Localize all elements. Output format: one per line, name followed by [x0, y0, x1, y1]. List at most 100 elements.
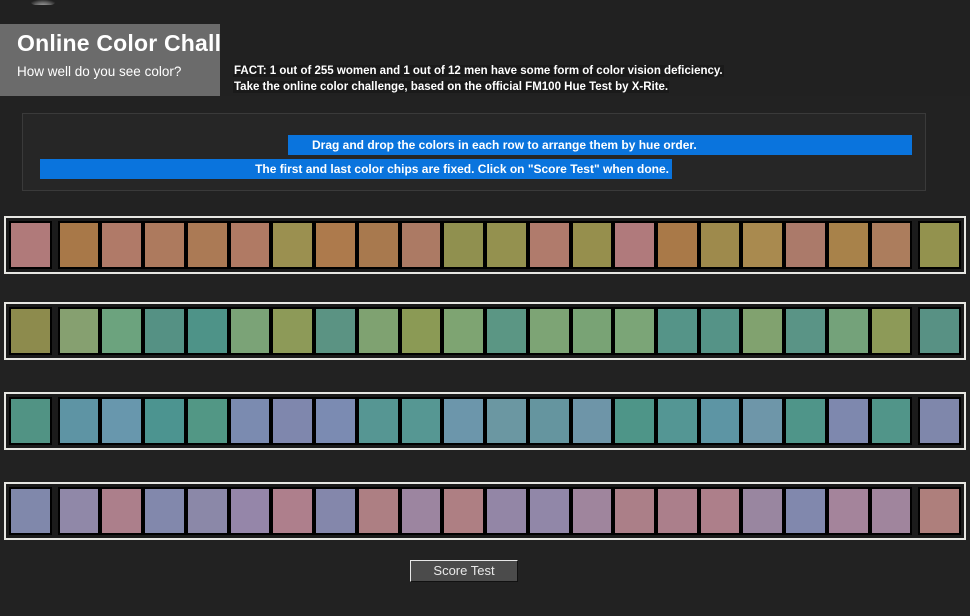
- draggable-color-chip[interactable]: [143, 487, 186, 535]
- draggable-color-chip[interactable]: [741, 487, 785, 535]
- draggable-color-chip[interactable]: [228, 487, 272, 535]
- draggable-color-chip[interactable]: [100, 397, 144, 445]
- instruction-line-two: The first and last color chips are fixed…: [40, 159, 672, 179]
- color-row-1[interactable]: [4, 216, 966, 274]
- draggable-color-chip[interactable]: [613, 221, 657, 269]
- draggable-color-chip[interactable]: [356, 221, 400, 269]
- draggable-color-chip[interactable]: [57, 487, 101, 535]
- draggable-color-chip[interactable]: [143, 307, 186, 355]
- draggable-color-chip[interactable]: [228, 397, 272, 445]
- draggable-color-chip[interactable]: [570, 221, 614, 269]
- draggable-color-chip[interactable]: [442, 307, 486, 355]
- fixed-first-chip: [9, 221, 52, 269]
- draggable-color-chip[interactable]: [613, 487, 657, 535]
- draggable-color-chip[interactable]: [271, 307, 315, 355]
- score-test-button[interactable]: Score Test: [410, 560, 518, 582]
- draggable-color-chip[interactable]: [869, 221, 913, 269]
- draggable-color-chip[interactable]: [100, 487, 144, 535]
- draggable-color-chip[interactable]: [57, 397, 101, 445]
- draggable-color-chip[interactable]: [527, 487, 571, 535]
- draggable-color-chip[interactable]: [527, 397, 571, 445]
- draggable-color-chip[interactable]: [826, 221, 870, 269]
- draggable-color-chip[interactable]: [826, 487, 870, 535]
- draggable-color-chip[interactable]: [784, 221, 827, 269]
- draggable-color-chip[interactable]: [698, 397, 742, 445]
- draggable-color-chip[interactable]: [656, 307, 699, 355]
- color-row-4[interactable]: [4, 482, 966, 540]
- color-row-2[interactable]: [4, 302, 966, 360]
- draggable-color-chip[interactable]: [271, 487, 315, 535]
- draggable-color-chip[interactable]: [399, 397, 443, 445]
- draggable-color-chip[interactable]: [784, 487, 827, 535]
- draggable-color-chip[interactable]: [185, 487, 229, 535]
- draggable-color-chip[interactable]: [100, 307, 144, 355]
- fact-line-two: Take the online color challenge, based o…: [233, 81, 670, 93]
- draggable-color-chip[interactable]: [57, 307, 101, 355]
- draggable-color-chip[interactable]: [570, 307, 614, 355]
- draggable-color-chip[interactable]: [185, 307, 229, 355]
- draggable-color-chip[interactable]: [442, 397, 486, 445]
- color-row-3[interactable]: [4, 392, 966, 450]
- draggable-color-chip[interactable]: [869, 397, 913, 445]
- draggable-color-chip[interactable]: [613, 397, 657, 445]
- draggable-color-chip[interactable]: [570, 397, 614, 445]
- draggable-color-chip[interactable]: [570, 487, 614, 535]
- instruction-line-one: Drag and drop the colors in each row to …: [288, 135, 912, 155]
- draggable-color-chip[interactable]: [228, 221, 272, 269]
- draggable-color-chip[interactable]: [356, 487, 400, 535]
- draggable-color-chip[interactable]: [527, 221, 571, 269]
- draggable-color-chip[interactable]: [271, 221, 315, 269]
- fixed-first-chip: [9, 487, 52, 535]
- draggable-color-chip[interactable]: [826, 397, 870, 445]
- draggable-color-chip[interactable]: [314, 307, 357, 355]
- draggable-color-chip[interactable]: [143, 221, 186, 269]
- draggable-color-chip[interactable]: [442, 487, 486, 535]
- header-branding-panel: Online Color Challenge How well do you s…: [0, 24, 276, 96]
- draggable-color-chip[interactable]: [656, 487, 699, 535]
- fixed-last-chip: [918, 307, 962, 355]
- page-header: Online Color Challenge How well do you s…: [0, 24, 970, 96]
- page-subtitle: How well do you see color?: [17, 64, 182, 79]
- page-glint-decoration: [30, 0, 56, 5]
- draggable-color-chip[interactable]: [741, 397, 785, 445]
- fixed-last-chip: [918, 487, 962, 535]
- draggable-color-chip[interactable]: [656, 397, 699, 445]
- draggable-color-chip[interactable]: [485, 307, 528, 355]
- draggable-color-chip[interactable]: [356, 397, 400, 445]
- draggable-color-chip[interactable]: [741, 221, 785, 269]
- draggable-color-chip[interactable]: [485, 397, 528, 445]
- fixed-first-chip: [9, 397, 52, 445]
- draggable-color-chip[interactable]: [826, 307, 870, 355]
- draggable-color-chip[interactable]: [698, 307, 742, 355]
- draggable-color-chip[interactable]: [271, 397, 315, 445]
- draggable-color-chip[interactable]: [314, 487, 357, 535]
- fact-line-one: FACT: 1 out of 255 women and 1 out of 12…: [233, 65, 724, 77]
- draggable-color-chip[interactable]: [741, 307, 785, 355]
- draggable-color-chip[interactable]: [185, 221, 229, 269]
- draggable-color-chip[interactable]: [185, 397, 229, 445]
- draggable-color-chip[interactable]: [698, 221, 742, 269]
- draggable-color-chip[interactable]: [784, 307, 827, 355]
- fixed-last-chip: [918, 397, 962, 445]
- draggable-color-chip[interactable]: [485, 487, 528, 535]
- draggable-color-chip[interactable]: [399, 221, 443, 269]
- draggable-color-chip[interactable]: [228, 307, 272, 355]
- draggable-color-chip[interactable]: [613, 307, 657, 355]
- draggable-color-chip[interactable]: [314, 397, 357, 445]
- draggable-color-chip[interactable]: [57, 221, 101, 269]
- draggable-color-chip[interactable]: [784, 397, 827, 445]
- instructions-panel: Drag and drop the colors in each row to …: [22, 113, 926, 191]
- draggable-color-chip[interactable]: [527, 307, 571, 355]
- draggable-color-chip[interactable]: [314, 221, 357, 269]
- draggable-color-chip[interactable]: [869, 307, 913, 355]
- draggable-color-chip[interactable]: [356, 307, 400, 355]
- draggable-color-chip[interactable]: [100, 221, 144, 269]
- draggable-color-chip[interactable]: [442, 221, 486, 269]
- draggable-color-chip[interactable]: [698, 487, 742, 535]
- draggable-color-chip[interactable]: [656, 221, 699, 269]
- draggable-color-chip[interactable]: [399, 307, 443, 355]
- draggable-color-chip[interactable]: [485, 221, 528, 269]
- draggable-color-chip[interactable]: [399, 487, 443, 535]
- draggable-color-chip[interactable]: [143, 397, 186, 445]
- draggable-color-chip[interactable]: [869, 487, 913, 535]
